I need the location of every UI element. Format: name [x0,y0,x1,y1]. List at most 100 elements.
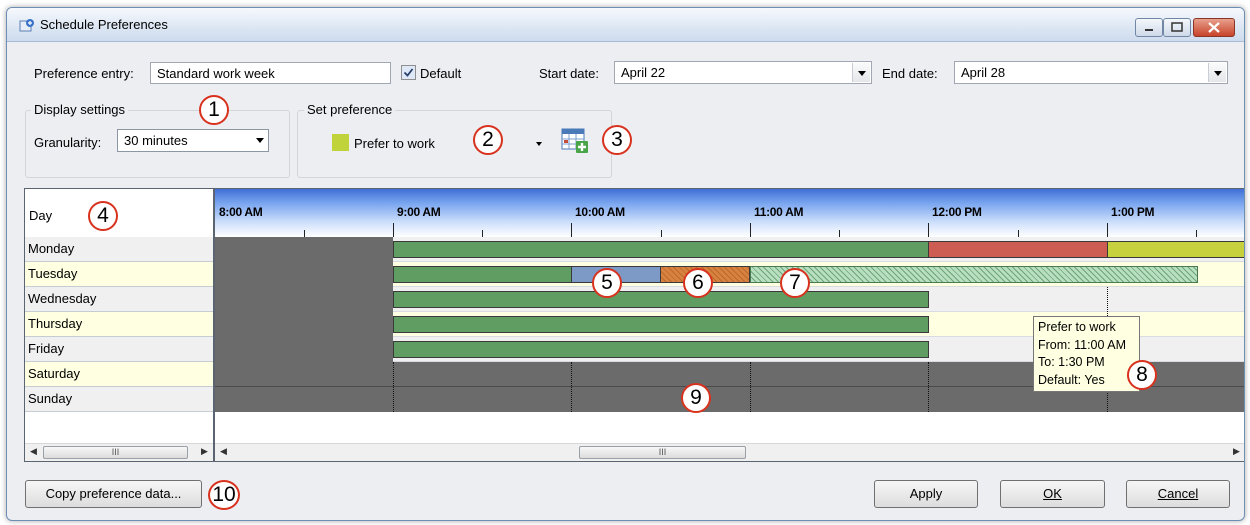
day-list-scroll-thumb[interactable]: III [43,446,188,459]
time-label-12pm: 12:00 PM [932,205,982,219]
monday-prefer-work-bar[interactable] [393,241,929,258]
hour-tick [928,223,929,237]
calendar-add-icon[interactable] [560,127,592,155]
hour-gridline [750,362,751,412]
scroll-left-icon[interactable]: ◀ [220,446,227,457]
start-date-dropdown[interactable]: April 22 [614,61,872,84]
half-hour-tick [661,230,662,237]
scroll-right-icon[interactable]: ▶ [1233,446,1240,457]
hour-gridline [393,362,394,412]
time-header: 8:00 AM 9:00 AM 10:00 AM 11:00 AM 12:00 … [215,189,1244,238]
end-date-dropdown[interactable]: April 28 [954,61,1228,84]
set-preference-title: Set preference [304,102,396,117]
half-hour-tick [839,230,840,237]
callout-6: 6 [683,268,713,298]
hour-gridline [928,362,929,412]
day-row-wednesday[interactable]: Wednesday [25,287,213,312]
day-header-label: Day [29,208,53,223]
end-date-dropdown-arrow[interactable] [1208,63,1226,82]
monday-red-bar[interactable] [928,241,1108,258]
callout-4: 4 [88,201,118,231]
time-label-1pm: 1:00 PM [1111,205,1155,219]
preference-entry-input[interactable]: Standard work week [150,62,391,84]
cancel-button[interactable]: Cancel [1126,480,1230,508]
end-date-label: End date: [882,66,938,81]
schedule-preferences-window: Schedule Preferences Preference entry: S… [6,7,1245,521]
half-hour-tick [1196,230,1197,237]
checkmark-icon [403,68,414,77]
close-button[interactable] [1193,18,1235,37]
day-list-pane: Day Monday Tuesday Wednesday Thursday Fr… [24,188,214,462]
time-label-8am: 8:00 AM [219,205,263,219]
display-settings-title: Display settings [31,102,129,117]
callout-1: 1 [199,95,229,125]
ok-button[interactable]: OK [1000,480,1105,508]
schedule-scrollbar[interactable]: ◀ III ▶ [215,443,1244,461]
copy-preference-data-button[interactable]: Copy preference data... [25,480,202,508]
time-label-11am: 11:00 AM [754,205,804,219]
minimize-button[interactable] [1135,18,1163,37]
day-list-scrollbar[interactable]: ◀ III ▶ [25,443,213,461]
start-date-value: April 22 [621,65,666,80]
close-icon [1208,22,1220,33]
granularity-dropdown[interactable]: 30 minutes [117,129,269,152]
default-checkbox[interactable] [401,65,416,80]
chevron-down-icon [1214,71,1222,76]
apply-button[interactable]: Apply [874,480,978,508]
day-row-friday[interactable]: Friday [25,337,213,362]
day-row-thursday[interactable]: Thursday [25,312,213,337]
scroll-right-icon[interactable]: ▶ [201,446,208,457]
granularity-label: Granularity: [34,135,102,150]
friday-prefer-work-bar[interactable] [393,341,929,358]
chevron-down-icon [256,138,264,143]
start-date-dropdown-arrow[interactable] [852,63,870,82]
preference-value[interactable]: Prefer to work [354,136,435,151]
start-date-label: Start date: [539,66,599,81]
half-hour-tick [304,230,305,237]
tuesday-hatched-bar[interactable] [750,266,1198,283]
title-bar: Schedule Preferences [7,8,1244,42]
schedule-scroll-thumb[interactable]: III [579,446,746,459]
chevron-down-icon [858,71,866,76]
hour-tick [571,223,572,237]
callout-10: 10 [208,480,240,510]
window-title: Schedule Preferences [40,17,168,32]
day-row-saturday[interactable]: Saturday [25,362,213,387]
prefer-to-work-swatch [332,134,349,151]
callout-8: 8 [1127,360,1157,390]
unavailable-block-weekdays[interactable] [215,237,393,362]
callout-3: 3 [602,125,632,155]
default-label: Default [420,66,462,81]
preference-entry-label: Preference entry: [34,66,134,81]
end-date-value: April 28 [961,65,1006,80]
tuesday-prefer-work-bar[interactable] [393,266,572,283]
tooltip-line-preference: Prefer to work [1038,320,1116,334]
day-row-monday[interactable]: Monday [25,237,213,262]
day-column-header: Day [25,189,213,238]
wednesday-prefer-work-bar[interactable] [393,291,929,308]
tooltip-line-default: Default: Yes [1038,372,1105,387]
hour-gridline [571,362,572,412]
app-icon [19,19,34,32]
maximize-button[interactable] [1163,18,1191,37]
callout-2: 2 [473,125,503,155]
preference-dropdown-arrow[interactable] [536,142,542,146]
half-hour-tick [1018,230,1019,237]
callout-7: 7 [780,268,810,298]
monday-yellow-bar[interactable] [1107,241,1244,258]
hour-tick [393,223,394,237]
day-row-tuesday[interactable]: Tuesday [25,262,213,287]
callout-9: 9 [681,383,711,413]
granularity-value: 30 minutes [124,133,188,148]
day-row-sunday[interactable]: Sunday [25,387,213,412]
minimize-icon [1145,29,1153,31]
maximize-icon [1171,22,1183,32]
hour-tick [750,223,751,237]
tooltip-line-from: From: 11:00 AM [1038,337,1126,352]
tooltip-line-to: To: 1:30 PM [1038,355,1105,369]
time-label-10am: 10:00 AM [575,205,625,219]
scroll-left-icon[interactable]: ◀ [30,446,37,457]
half-hour-tick [482,230,483,237]
callout-5: 5 [592,268,622,298]
thursday-prefer-work-bar[interactable] [393,316,929,333]
